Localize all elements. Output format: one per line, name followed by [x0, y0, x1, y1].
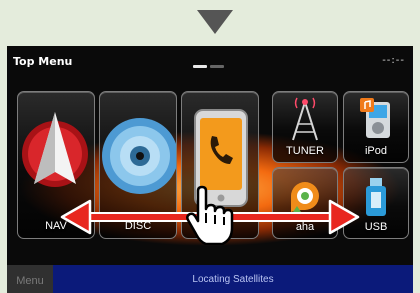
page-dot-1	[193, 65, 207, 68]
head-unit-screen: Top Menu --:-- NAV DISC TEL	[7, 46, 413, 293]
clock: --:--	[382, 55, 405, 66]
status-bar: Menu Locating Satellites	[7, 265, 413, 293]
page-indicator	[193, 53, 227, 72]
tile-label: iPod	[364, 145, 388, 157]
page-dot-2	[210, 65, 224, 68]
page-title: Top Menu	[13, 55, 73, 68]
gps-status-text: Locating Satellites	[192, 274, 274, 285]
tile-tuner[interactable]: TUNER	[272, 91, 338, 163]
menu-button[interactable]: Menu	[7, 265, 53, 293]
pointing-hand-icon	[186, 185, 234, 245]
tile-label: TUNER	[286, 145, 324, 157]
down-arrow-icon	[197, 10, 233, 34]
tile-ipod[interactable]: iPod	[343, 91, 409, 163]
